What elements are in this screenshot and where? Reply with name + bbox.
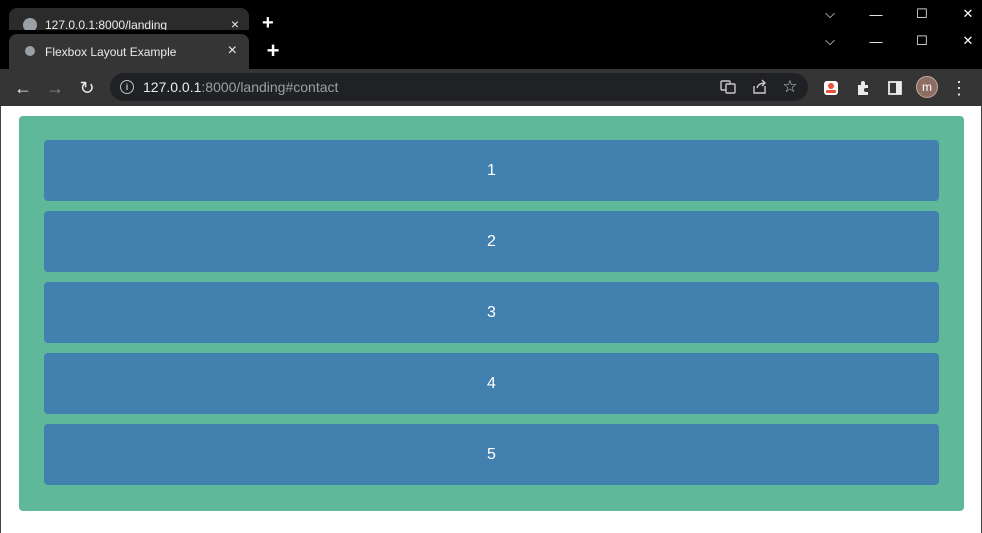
flex-item: 1 xyxy=(44,140,939,201)
translate-icon[interactable] xyxy=(718,77,738,97)
globe-icon xyxy=(23,18,37,30)
address-bar[interactable]: i 127.0.0.1:8000/landing#contact ☆ xyxy=(110,73,808,101)
url-text[interactable]: 127.0.0.1:8000/landing#contact xyxy=(143,79,338,95)
background-window-controls: ⌵ — ☐ ✕ xyxy=(810,0,982,30)
browser-toolbar: ← → ↻ i 127.0.0.1:8000/landing#contact ☆… xyxy=(0,69,982,106)
forward-icon[interactable]: → xyxy=(42,75,68,101)
menu-icon[interactable]: ⋮ xyxy=(946,75,972,101)
flex-container: 1 2 3 4 5 xyxy=(19,116,964,511)
profile-avatar[interactable]: m xyxy=(916,76,938,98)
flex-item: 3 xyxy=(44,282,939,343)
bookmark-star-icon[interactable]: ☆ xyxy=(780,77,800,97)
extensions-puzzle-icon[interactable] xyxy=(850,75,876,101)
tab-flexbox-layout[interactable]: Flexbox Layout Example × xyxy=(9,34,249,69)
close-window-icon[interactable]: ✕ xyxy=(954,4,982,24)
site-info-icon[interactable]: i xyxy=(120,80,134,94)
flex-item: 5 xyxy=(44,424,939,485)
page-viewport: 1 2 3 4 5 xyxy=(0,106,982,533)
new-tab-button[interactable]: + xyxy=(262,38,284,63)
extension-icon[interactable] xyxy=(818,75,844,101)
side-panel-icon[interactable] xyxy=(882,75,908,101)
minimize-icon[interactable]: — xyxy=(862,31,890,51)
minimize-icon[interactable]: — xyxy=(862,4,890,24)
globe-icon xyxy=(23,44,37,58)
background-tab-title: 127.0.0.1:8000/landing xyxy=(45,18,168,30)
reload-icon[interactable]: ↻ xyxy=(74,75,100,101)
flex-item: 2 xyxy=(44,211,939,272)
close-icon[interactable]: × xyxy=(231,16,239,30)
titlebar: Flexbox Layout Example × + ⌵ — ☐ ✕ xyxy=(0,30,982,69)
close-window-icon[interactable]: ✕ xyxy=(954,31,982,51)
flex-item: 4 xyxy=(44,353,939,414)
share-icon[interactable] xyxy=(750,77,770,97)
tab-close-icon[interactable]: × xyxy=(228,42,237,60)
maximize-icon[interactable]: ☐ xyxy=(908,31,936,51)
background-tab[interactable]: 127.0.0.1:8000/landing × xyxy=(9,8,249,30)
tab-title: Flexbox Layout Example xyxy=(45,45,177,59)
tab-search-icon[interactable]: ⌵ xyxy=(816,4,844,24)
maximize-icon[interactable]: ☐ xyxy=(908,4,936,24)
tab-search-icon[interactable]: ⌵ xyxy=(816,31,844,51)
background-window-titlebar: 127.0.0.1:8000/landing × + ⌵ — ☐ ✕ xyxy=(0,0,982,34)
window-controls: ⌵ — ☐ ✕ xyxy=(810,30,982,56)
back-icon[interactable]: ← xyxy=(10,75,36,101)
